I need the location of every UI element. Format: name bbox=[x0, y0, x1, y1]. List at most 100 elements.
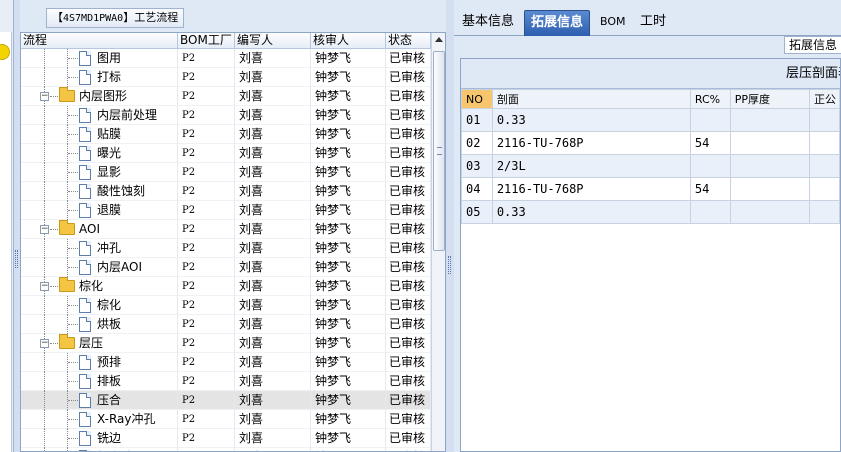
positive-tolerance-cell[interactable] bbox=[809, 131, 840, 155]
table-row[interactable]: 铣边 P2 刘喜 钟梦飞 已审核 bbox=[21, 429, 431, 448]
table-row[interactable]: 01 0.33 bbox=[461, 108, 840, 132]
tree-cell[interactable]: 内层AOI bbox=[21, 258, 178, 277]
table-row[interactable]: 排板 P2 刘喜 钟梦飞 已审核 bbox=[21, 372, 431, 391]
table-row[interactable]: 内层前处理 P2 刘喜 钟梦飞 已审核 bbox=[21, 106, 431, 125]
table-row[interactable]: − 内层图形 P2 刘喜 钟梦飞 已审核 bbox=[21, 87, 431, 106]
no-cell[interactable]: 04 bbox=[461, 177, 493, 201]
table-row[interactable]: 酸性蚀刻 P2 刘喜 钟梦飞 已审核 bbox=[21, 182, 431, 201]
table-row[interactable]: 02 2116-TU-768P 54 bbox=[461, 131, 840, 155]
tree-node-label: 显影 bbox=[97, 165, 122, 179]
column-header-bom[interactable]: BOM工厂 bbox=[178, 33, 235, 49]
tree-cell[interactable]: 曝光 bbox=[21, 144, 178, 163]
table-row[interactable]: 曝光 P2 刘喜 钟梦飞 已审核 bbox=[21, 144, 431, 163]
table-row[interactable]: 05 0.33 bbox=[461, 200, 840, 224]
tree-cell[interactable]: 棕化 bbox=[21, 296, 178, 315]
table-row[interactable]: − 棕化 P2 刘喜 钟梦飞 已审核 bbox=[21, 277, 431, 296]
column-header-no[interactable]: NO bbox=[461, 89, 493, 109]
section-cell[interactable]: 2116-TU-768P bbox=[491, 131, 691, 155]
column-header-section[interactable]: 剖面 bbox=[491, 89, 691, 109]
table-row[interactable]: 03 2/3L bbox=[461, 154, 840, 178]
status-cell: 已审核 bbox=[386, 49, 431, 68]
pp-thickness-cell[interactable] bbox=[729, 177, 811, 201]
table-row[interactable]: 退膜 P2 刘喜 钟梦飞 已审核 bbox=[21, 201, 431, 220]
tree-cell[interactable]: 内层前处理 bbox=[21, 106, 178, 125]
rc-cell[interactable]: 54 bbox=[689, 177, 731, 201]
tree-cell[interactable]: 烘板 bbox=[21, 315, 178, 334]
column-header-rc[interactable]: RC% bbox=[689, 89, 731, 109]
table-row[interactable]: 棕化 P2 刘喜 钟梦飞 已审核 bbox=[21, 296, 431, 315]
grid-vertical-scrollbar[interactable] bbox=[431, 33, 445, 451]
tree-cell[interactable]: 图用 bbox=[21, 49, 178, 68]
positive-tolerance-cell[interactable] bbox=[809, 177, 840, 201]
table-row[interactable]: 内层AOI P2 刘喜 钟梦飞 已审核 bbox=[21, 258, 431, 277]
tree-cell[interactable]: − 层压 bbox=[21, 334, 178, 353]
pp-thickness-cell[interactable] bbox=[729, 131, 811, 155]
scroll-up-arrow-icon[interactable] bbox=[435, 37, 443, 42]
tree-cell[interactable]: 贴膜 bbox=[21, 125, 178, 144]
tab-bom[interactable]: BOM bbox=[594, 10, 632, 36]
tree-cell[interactable]: 显影 bbox=[21, 163, 178, 182]
table-row[interactable]: 预排 P2 刘喜 钟梦飞 已审核 bbox=[21, 353, 431, 372]
table-row[interactable]: 冲孔 P2 刘喜 钟梦飞 已审核 bbox=[21, 239, 431, 258]
tree-cell[interactable]: 酸性蚀刻 bbox=[21, 182, 178, 201]
table-row[interactable]: 图用 P2 刘喜 钟梦飞 已审核 bbox=[21, 49, 431, 68]
tree-cell[interactable]: 打字唛 bbox=[21, 448, 178, 451]
table-row[interactable]: 压合 P2 刘喜 钟梦飞 已审核 bbox=[21, 391, 431, 410]
pp-thickness-cell[interactable] bbox=[729, 200, 811, 224]
tab-work-hours[interactable]: 工时 bbox=[634, 10, 672, 36]
scroll-thumb[interactable] bbox=[433, 51, 445, 251]
tree-cell[interactable]: − 内层图形 bbox=[21, 87, 178, 106]
pp-thickness-cell[interactable] bbox=[729, 154, 811, 178]
rc-cell[interactable] bbox=[689, 200, 731, 224]
positive-tolerance-cell[interactable] bbox=[809, 154, 840, 178]
no-cell[interactable]: 02 bbox=[461, 131, 493, 155]
tree-cell[interactable]: 冲孔 bbox=[21, 239, 178, 258]
section-cell[interactable]: 0.33 bbox=[491, 200, 691, 224]
middle-splitter[interactable] bbox=[446, 0, 454, 452]
tree-cell[interactable]: − 棕化 bbox=[21, 277, 178, 296]
table-row[interactable]: 04 2116-TU-768P 54 bbox=[461, 177, 840, 201]
tab-basic-info[interactable]: 基本信息 bbox=[456, 10, 520, 36]
table-row[interactable]: − AOI P2 刘喜 钟梦飞 已审核 bbox=[21, 220, 431, 239]
table-row[interactable]: 显影 P2 刘喜 钟梦飞 已审核 bbox=[21, 163, 431, 182]
tree-node-label: 棕化 bbox=[97, 298, 122, 312]
tree-cell[interactable]: 打标 bbox=[21, 68, 178, 87]
rc-cell[interactable] bbox=[689, 108, 731, 132]
no-cell[interactable]: 01 bbox=[461, 108, 493, 132]
tab-extension-info[interactable]: 拓展信息 bbox=[524, 10, 591, 36]
writer-cell: 刘喜 bbox=[235, 353, 311, 372]
table-row[interactable]: 贴膜 P2 刘喜 钟梦飞 已审核 bbox=[21, 125, 431, 144]
tree-cell[interactable]: 排板 bbox=[21, 372, 178, 391]
collapse-toggle-icon[interactable]: − bbox=[40, 282, 49, 291]
table-row[interactable]: X-Ray冲孔 P2 刘喜 钟梦飞 已审核 bbox=[21, 410, 431, 429]
tree-cell[interactable]: − AOI bbox=[21, 220, 178, 239]
positive-tolerance-cell[interactable] bbox=[809, 108, 840, 132]
tree-cell[interactable]: X-Ray冲孔 bbox=[21, 410, 178, 429]
tree-cell[interactable]: 退膜 bbox=[21, 201, 178, 220]
column-header-reviewer[interactable]: 核审人 bbox=[311, 33, 386, 49]
rc-cell[interactable] bbox=[689, 154, 731, 178]
collapse-toggle-icon[interactable]: − bbox=[40, 92, 49, 101]
tree-cell[interactable]: 预排 bbox=[21, 353, 178, 372]
collapse-toggle-icon[interactable]: − bbox=[40, 225, 49, 234]
collapse-toggle-icon[interactable]: − bbox=[40, 339, 49, 348]
section-cell[interactable]: 0.33 bbox=[491, 108, 691, 132]
column-header-flow[interactable]: 流程 bbox=[21, 33, 178, 49]
section-cell[interactable]: 2116-TU-768P bbox=[491, 177, 691, 201]
column-header-positive-tolerance[interactable]: 正公 bbox=[809, 89, 840, 109]
column-header-pp-thickness[interactable]: PP厚度 bbox=[729, 89, 811, 109]
rc-cell[interactable]: 54 bbox=[689, 131, 731, 155]
no-cell[interactable]: 03 bbox=[461, 154, 493, 178]
table-row[interactable]: 打字唛 P2刘喜钟梦飞已审核 bbox=[21, 448, 431, 451]
tree-cell[interactable]: 铣边 bbox=[21, 429, 178, 448]
no-cell[interactable]: 05 bbox=[461, 200, 493, 224]
table-row[interactable]: 打标 P2 刘喜 钟梦飞 已审核 bbox=[21, 68, 431, 87]
table-row[interactable]: 烘板 P2 刘喜 钟梦飞 已审核 bbox=[21, 315, 431, 334]
table-row[interactable]: − 层压 P2 刘喜 钟梦飞 已审核 bbox=[21, 334, 431, 353]
tree-cell[interactable]: 压合 bbox=[21, 391, 178, 410]
column-header-status[interactable]: 状态 bbox=[386, 33, 431, 49]
pp-thickness-cell[interactable] bbox=[729, 108, 811, 132]
section-cell[interactable]: 2/3L bbox=[491, 154, 691, 178]
column-header-writer[interactable]: 编写人 bbox=[235, 33, 311, 49]
positive-tolerance-cell[interactable] bbox=[809, 200, 840, 224]
